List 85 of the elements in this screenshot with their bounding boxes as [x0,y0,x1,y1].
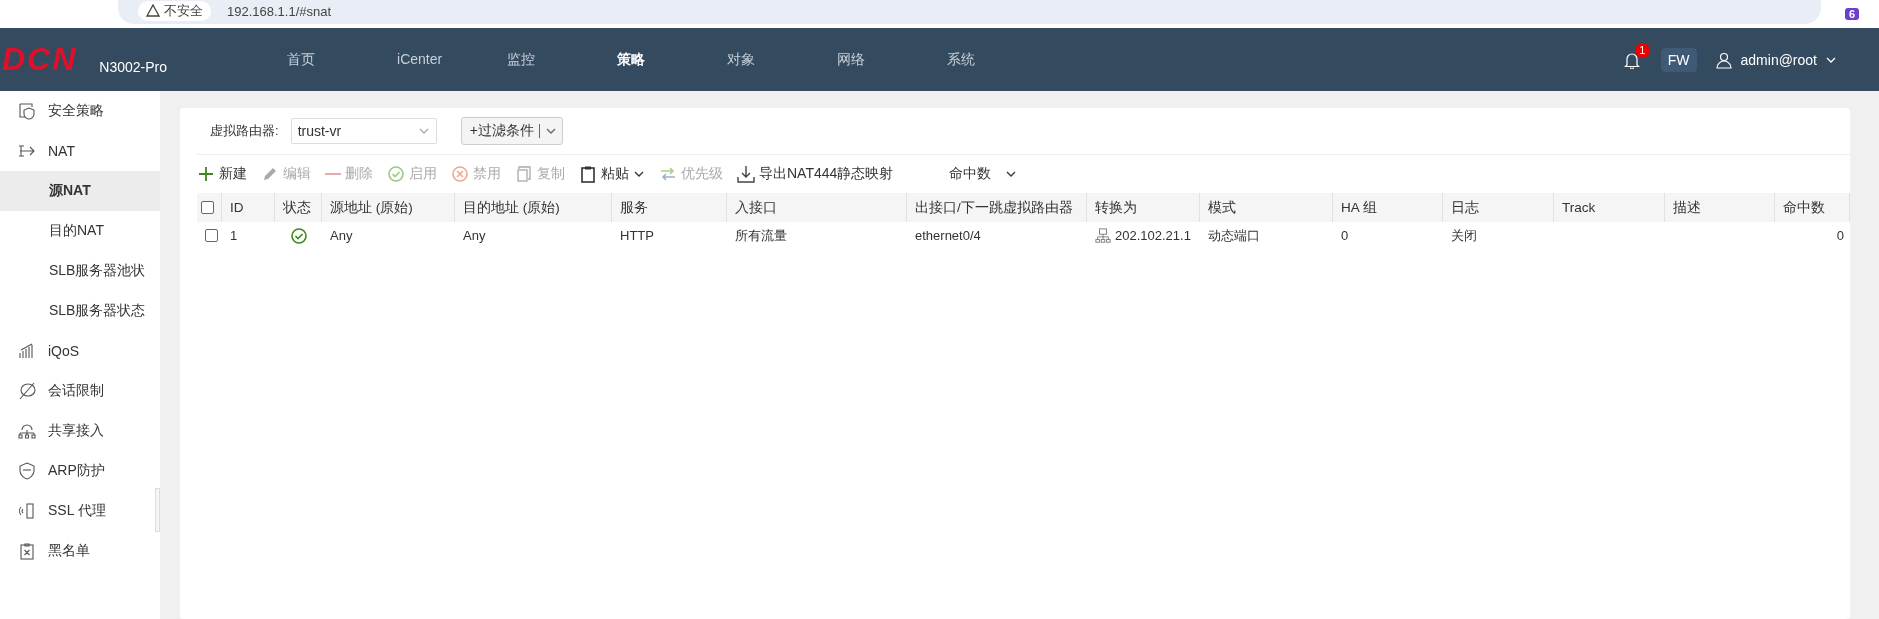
column-header[interactable]: 服务 [612,193,727,222]
security-label[interactable]: 不安全 [138,1,211,21]
nav-tab[interactable]: 对象 [727,50,838,69]
sidebar-item[interactable]: iQoS [0,331,152,371]
sidebar-subitem[interactable]: 目的NAT [0,211,160,251]
address-bar[interactable]: 不安全 192.168.1.1/#snat [118,0,1821,24]
sidebar-item[interactable]: ARP防护 [0,451,152,491]
sidebar-item[interactable]: SSL 代理 [0,491,152,531]
extension-badge[interactable]: 6 [1844,8,1859,20]
sidebar-item[interactable]: 黑名单 [0,531,152,571]
table-cell-text: HTTP [619,227,655,245]
column-header[interactable]: 状态 [275,193,322,222]
network-icon [1095,227,1111,244]
shield-icon [18,102,36,120]
no-entry-icon [18,382,36,400]
table-cell-text: 关闭 [1450,226,1478,245]
column-header[interactable]: 源地址 (原始) [322,193,455,222]
check-circle-icon [289,226,308,245]
minus-icon [325,173,341,175]
toolbar-button[interactable]: 新建 [197,165,247,183]
toolbar-button[interactable]: 粘贴 [579,165,645,183]
signal-bars-icon [18,342,36,360]
pencil-icon [261,165,279,183]
table-cell-text: 1 [229,227,239,245]
table-cell: 202.102.21.1 [1115,228,1191,243]
arrow-icon [18,142,36,160]
phone-icon [18,502,36,520]
sidebar-subitem[interactable]: SLB服务器状态 [0,291,160,331]
row-checkbox[interactable] [205,229,218,242]
sidebar-subitem[interactable]: SLB服务器池状 [0,251,160,291]
table-cell-text: ethernet0/4 [914,227,982,245]
copy-icon [515,165,533,183]
user-icon [1714,50,1733,69]
nav-tab[interactable]: 策略 [617,50,728,69]
table-cell-text: 动态端口 [1207,226,1261,245]
download-icon [737,165,755,183]
sidebar-item[interactable]: 会话限制 [0,371,152,411]
logo: DCN [2,41,79,78]
column-header[interactable]: Track [1554,193,1665,222]
table-cell-text: Any [462,227,487,245]
model-name: N3002-Pro [99,58,168,75]
filter-button[interactable]: +过滤条件 [460,117,563,145]
network-cloud-icon [18,422,36,440]
clipboard-x-icon [18,542,36,560]
clipboard-icon [579,165,597,183]
column-header[interactable]: 转换为 [1087,193,1200,222]
table-cell-text: 0 [1835,227,1845,245]
nav-tab[interactable]: 网络 [837,50,948,69]
table-cell-text: 0 [1340,227,1350,245]
table-cell-text: Any [329,227,354,245]
column-header[interactable]: 目的地址 (原始) [455,193,612,222]
mode-badge[interactable]: FW [1660,47,1697,72]
nav-tab[interactable]: iCenter [397,50,508,69]
nav-tab[interactable]: 首页 [287,50,398,69]
check-circle-icon [387,165,405,183]
hit-count-dropdown[interactable]: 命中数 [943,164,1024,184]
sidebar-item[interactable]: 共享接入 [0,411,152,451]
collapse-handle[interactable] [155,488,160,532]
plus-icon [197,165,215,183]
column-header[interactable]: 描述 [1665,193,1775,222]
column-header[interactable]: ID [222,193,275,222]
select-all-checkbox[interactable] [201,201,214,214]
sidebar-item[interactable]: NAT [0,131,152,171]
column-header[interactable]: HA 组 [1333,193,1443,222]
bell-icon [1622,50,1641,69]
table-cell-text: 所有流量 [734,226,788,245]
column-header[interactable]: 日志 [1443,193,1554,222]
router-select[interactable]: trust-vr [290,118,437,144]
x-circle-icon [451,165,469,183]
nav-tab[interactable]: 监控 [507,50,618,69]
toolbar-button[interactable]: 导出NAT444静态映射 [737,165,894,183]
sidebar-item[interactable]: 安全策略 [0,91,152,131]
url-text: 192.168.1.1/#snat [227,3,332,19]
column-header[interactable]: 模式 [1200,193,1333,222]
router-label: 虚拟路由器: [210,122,279,140]
swap-arrows-icon [659,165,677,183]
column-header[interactable]: 命中数 [1775,193,1850,222]
warning-icon [146,4,160,18]
shield-icon [18,462,36,480]
column-header[interactable]: 出接口/下一跳虚拟路由器 [907,193,1087,222]
user-menu[interactable]: admin@root [1708,49,1843,70]
nav-tab[interactable]: 系统 [947,50,1058,69]
sidebar-subitem[interactable]: 源NAT [0,171,160,211]
notification-badge: 1 [1634,42,1650,58]
column-header[interactable]: 入接口 [727,193,907,222]
